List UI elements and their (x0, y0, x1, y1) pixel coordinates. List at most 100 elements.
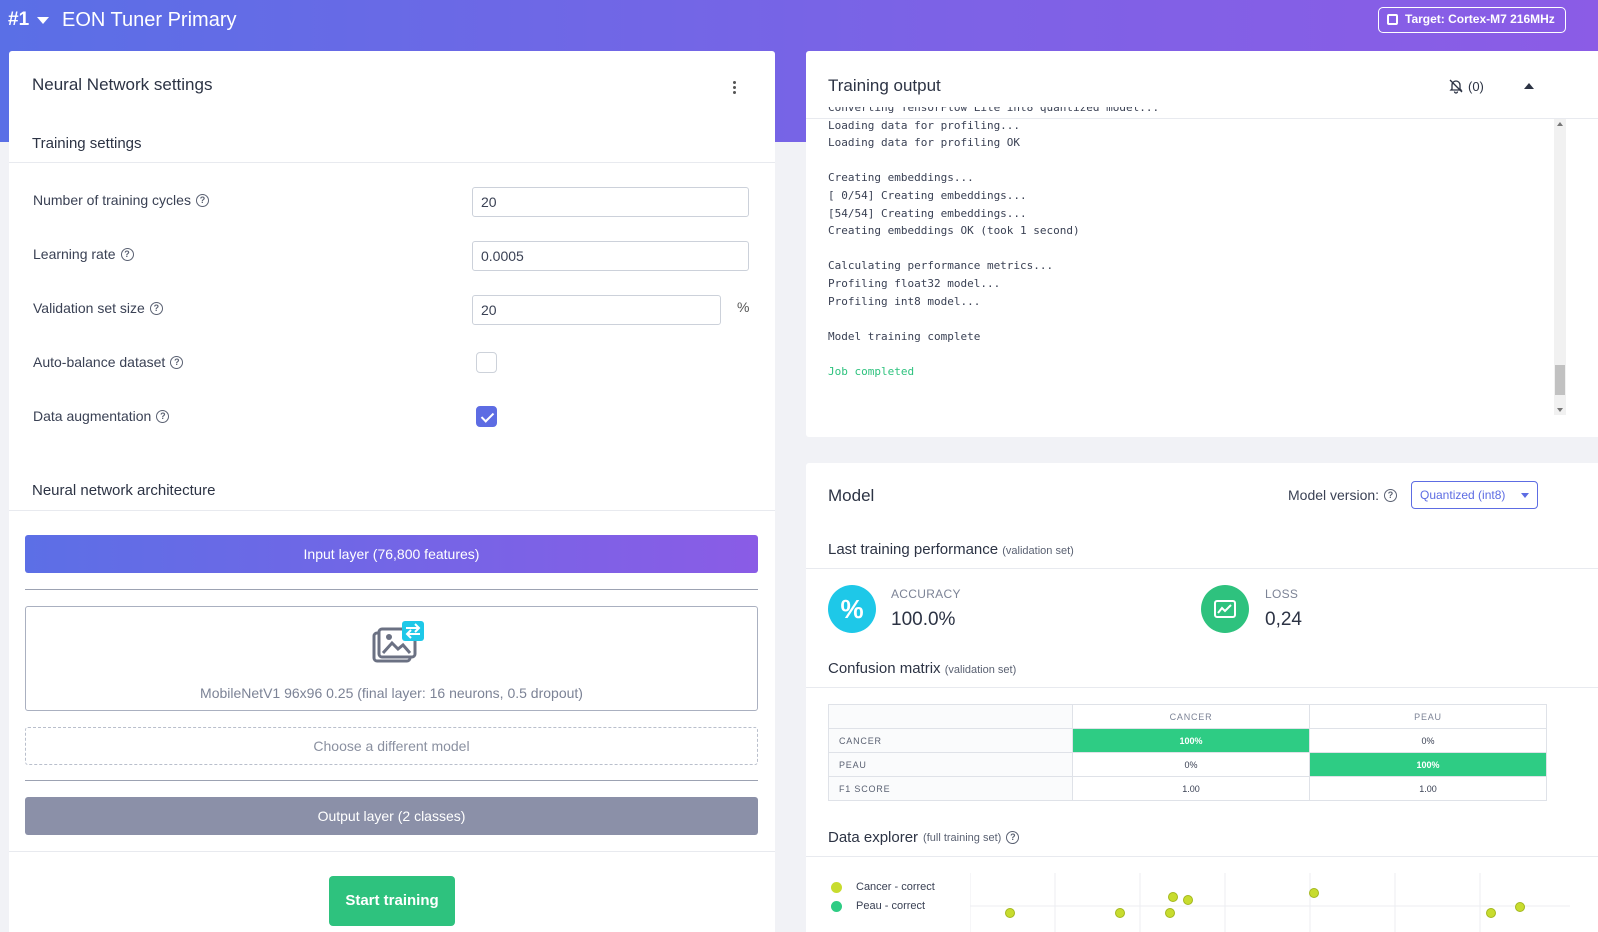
auto-balance-checkbox[interactable] (476, 352, 497, 373)
training-cycles-label: Number of training cycles ? (33, 192, 209, 208)
notification-count: (0) (1468, 78, 1484, 94)
log-line: Profiling float32 model... (828, 276, 1001, 290)
project-title: EON Tuner Primary (62, 9, 237, 31)
learning-rate-label: Learning rate ? (33, 246, 134, 262)
plot-point[interactable] (1165, 908, 1175, 918)
target-label: Target: Cortex-M7 216MHz (1405, 12, 1555, 26)
validation-size-input[interactable]: 20 (472, 295, 721, 325)
log-scrollbar[interactable] (1554, 119, 1566, 415)
divider (806, 687, 1598, 688)
project-selector[interactable]: #1 (8, 9, 50, 31)
table-row: CANCER 100% 0% (828, 728, 1547, 753)
target-button[interactable]: Target: Cortex-M7 216MHz (1378, 7, 1566, 33)
help-circle-icon[interactable]: ? (170, 355, 184, 369)
model-version-label: Model version: ? (1288, 487, 1398, 503)
chevron-down-icon (37, 16, 50, 24)
help-circle-icon[interactable]: ? (120, 247, 134, 261)
help-circle-icon[interactable]: ? (149, 301, 163, 315)
model-block[interactable]: MobileNetV1 96x96 0.25 (final layer: 16 … (25, 606, 758, 711)
log-line: [ 0/54] Creating embeddings... (828, 188, 1027, 202)
last-performance-heading: Last training performance (validation se… (828, 541, 1074, 558)
table-cell: 100% (1072, 728, 1310, 753)
model-card: Model Model version: ? Quantized (int8) … (806, 463, 1598, 932)
legend-label-cancer[interactable]: Cancer - correct (856, 881, 935, 893)
training-log: Converting TensorFlow Lite int8 quantize… (828, 107, 1548, 417)
log-line: Job completed (828, 364, 915, 378)
scroll-down-icon[interactable] (1557, 408, 1563, 412)
plot-point[interactable] (1515, 902, 1525, 912)
log-line: Loading data for profiling... (828, 118, 1021, 132)
chip-icon (1387, 14, 1398, 25)
validation-size-label: Validation set size ? (33, 300, 163, 316)
chevron-up-icon[interactable] (1524, 83, 1534, 89)
plot-point[interactable] (1486, 908, 1496, 918)
log-line: Loading data for profiling OK (828, 136, 1021, 150)
divider (9, 162, 775, 163)
training-settings-title: Training settings (32, 135, 142, 152)
data-augmentation-checkbox[interactable] (476, 406, 497, 427)
help-circle-icon[interactable]: ? (156, 409, 170, 423)
confusion-matrix-heading: Confusion matrix (validation set) (828, 660, 1017, 677)
loss-value: 0,24 (1265, 609, 1302, 630)
accuracy-label: ACCURACY (891, 587, 961, 601)
plot-point[interactable] (1183, 895, 1193, 905)
model-name: MobileNetV1 96x96 0.25 (final layer: 16 … (200, 685, 583, 701)
percent-unit: % (737, 299, 750, 315)
column-header: PEAU (1309, 704, 1547, 729)
log-line: Creating embeddings... (828, 171, 974, 185)
training-output-card: Training output (0) Converting TensorFlo… (806, 51, 1598, 437)
plot-point[interactable] (1115, 908, 1125, 918)
log-line: Calculating performance metrics... (828, 259, 1054, 273)
table-row: PEAU 0% 100% (828, 752, 1547, 777)
help-circle-icon[interactable]: ? (195, 193, 209, 207)
kebab-menu-icon[interactable] (733, 81, 737, 96)
plot-point[interactable] (1005, 908, 1015, 918)
table-cell: 100% (1309, 752, 1547, 777)
table-corner (828, 704, 1073, 729)
notifications-toggle[interactable]: (0) (1448, 78, 1484, 94)
choose-model-button[interactable]: Choose a different model (25, 727, 758, 765)
auto-balance-label: Auto-balance dataset ? (33, 354, 184, 370)
scroll-up-icon[interactable] (1557, 122, 1563, 126)
architecture-title: Neural network architecture (32, 482, 216, 499)
table-cell: 1.00 (1072, 776, 1310, 801)
top-bar: #1 EON Tuner Primary Target: Cortex-M7 2… (0, 0, 1598, 42)
confusion-matrix: CANCER PEAU CANCER 100% 0% PEAU 0% 100% … (828, 704, 1547, 801)
log-line: [54/54] Creating embeddings... (828, 206, 1027, 220)
column-header: CANCER (1072, 704, 1310, 729)
input-layer-button[interactable]: Input layer (76,800 features) (25, 535, 758, 573)
legend-label-peau[interactable]: Peau - correct (856, 900, 925, 912)
layer-connector (25, 780, 758, 781)
row-header: CANCER (828, 728, 1073, 753)
divider (9, 510, 775, 511)
learning-rate-input[interactable]: 0.0005 (472, 241, 749, 271)
chart-line-icon (1201, 585, 1249, 633)
training-cycles-input[interactable]: 20 (472, 187, 749, 217)
plot-point[interactable] (1168, 892, 1178, 902)
help-circle-icon[interactable]: ? (1384, 488, 1398, 502)
table-cell: 0% (1309, 728, 1547, 753)
loss-label: LOSS (1265, 587, 1299, 601)
row-header: F1 SCORE (828, 776, 1073, 801)
table-header-row: CANCER PEAU (828, 704, 1547, 729)
row-header: PEAU (828, 752, 1073, 777)
layer-connector (25, 589, 758, 590)
percent-icon: % (828, 585, 876, 633)
model-version-select[interactable]: Quantized (int8) (1411, 481, 1538, 509)
scroll-thumb[interactable] (1555, 365, 1565, 395)
table-row: F1 SCORE 1.00 1.00 (828, 776, 1547, 801)
training-output-title: Training output (828, 76, 941, 95)
help-circle-icon[interactable]: ? (1006, 831, 1020, 844)
accuracy-value: 100.0% (891, 609, 956, 630)
start-training-button[interactable]: Start training (329, 876, 455, 926)
output-layer-button[interactable]: Output layer (2 classes) (25, 797, 758, 835)
plot-point[interactable] (1309, 888, 1319, 898)
log-line: Model training complete (828, 329, 981, 343)
nn-settings-card: Neural Network settings Training setting… (9, 51, 775, 932)
log-line: Converting TensorFlow Lite int8 quantize… (828, 107, 1160, 114)
data-explorer-plot[interactable] (970, 873, 1570, 932)
chevron-down-icon (1521, 493, 1529, 498)
